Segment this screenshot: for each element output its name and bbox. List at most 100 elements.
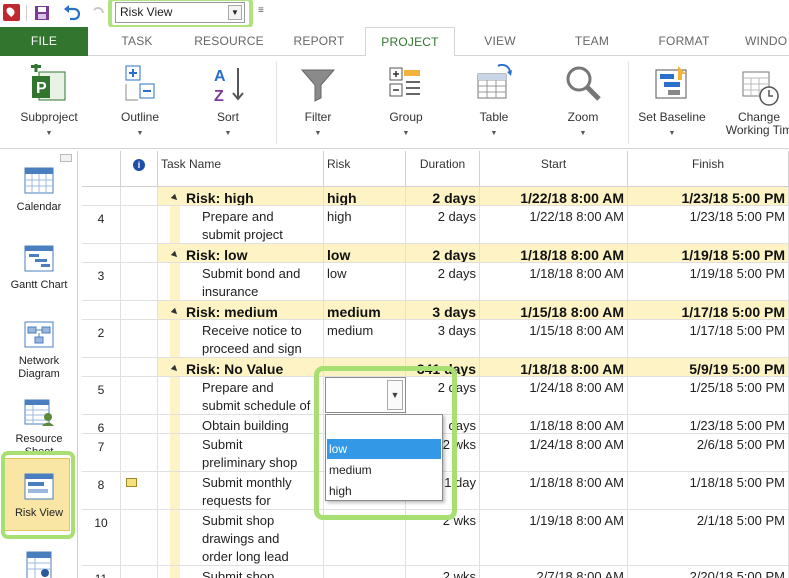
finish-cell[interactable]: 1/18/18 5:00 PM [628, 472, 789, 510]
row-indicator-cell[interactable] [121, 472, 158, 510]
duration-cell[interactable]: 3 days [406, 320, 480, 358]
risk-cell[interactable]: low [324, 263, 406, 301]
row-id-cell[interactable]: 7 [82, 434, 121, 472]
view-gantt-chart[interactable]: Gantt Chart [4, 243, 74, 292]
task-name-cell[interactable]: Submit bond and insurance [158, 263, 324, 301]
row-indicator-cell[interactable] [121, 566, 158, 578]
filter-button[interactable]: Filter ▼ [290, 60, 346, 146]
view-bar-scroll-up[interactable] [60, 154, 72, 162]
task-name-cell[interactable]: Risk: No Value [158, 358, 324, 377]
row-id-cell[interactable] [82, 301, 121, 320]
finish-cell[interactable]: 5/9/19 5:00 PM [628, 358, 789, 377]
change-working-time-button[interactable]: Change Working Tim [724, 64, 789, 150]
group-button[interactable]: Group ▼ [378, 60, 434, 146]
start-cell[interactable]: 1/24/18 8:00 AM [480, 434, 628, 472]
header-start[interactable]: Start [480, 151, 628, 187]
outline-button[interactable]: Outline ▼ [110, 60, 170, 146]
tab-task[interactable]: TASK [104, 27, 170, 56]
collapse-triangle-icon[interactable] [170, 307, 180, 317]
row-id-cell[interactable]: 6 [82, 415, 121, 434]
task-name-cell[interactable]: Submit monthly requests for [158, 472, 324, 510]
row-indicator-cell[interactable] [121, 301, 158, 320]
view-network-diagram[interactable]: Network Diagram [4, 319, 74, 381]
header-finish[interactable]: Finish [628, 151, 789, 187]
duration-cell[interactable]: 2 days [406, 187, 480, 206]
tab-file[interactable]: FILE [0, 27, 88, 56]
task-name-cell[interactable]: Risk: low [158, 244, 324, 263]
risk-cell[interactable]: low [324, 244, 406, 263]
risk-cell[interactable]: medium [324, 320, 406, 358]
task-name-cell[interactable]: Risk: high [158, 187, 324, 206]
row-indicator-cell[interactable] [121, 510, 158, 566]
start-cell[interactable]: 1/18/18 8:00 AM [480, 472, 628, 510]
table-row[interactable]: 2 Receive notice to proceed and sign medium… [82, 320, 789, 358]
task-name-cell[interactable]: Submit shop [158, 566, 324, 578]
table-row[interactable]: 11 Submit shop 2 wks2/7/18 8:00 AM2/20/18 … [82, 566, 789, 578]
set-baseline-button[interactable]: Set Baseline ▼ [636, 60, 708, 146]
row-indicator-cell[interactable] [121, 358, 158, 377]
tab-window[interactable]: WINDO [745, 27, 789, 56]
row-indicator-cell[interactable] [121, 320, 158, 358]
duration-cell[interactable]: 3 days [406, 301, 480, 320]
row-id-cell[interactable]: 8 [82, 472, 121, 510]
row-indicator-cell[interactable] [121, 244, 158, 263]
table-button[interactable]: Table ▼ [466, 60, 522, 146]
view-resource-sheet[interactable]: Resource Sheet [4, 397, 74, 452]
table-row[interactable]: 3 Submit bond and insurance low 2 days 1/18/1… [82, 263, 789, 301]
finish-cell[interactable]: 2/20/18 5:00 PM [628, 566, 789, 578]
finish-cell[interactable]: 2/6/18 5:00 PM [628, 434, 789, 472]
row-indicator-cell[interactable] [121, 434, 158, 472]
task-name-cell[interactable]: Obtain building [158, 415, 324, 434]
table-row[interactable]: 4 Prepare and submit project high 2 days 1/22… [82, 206, 789, 244]
finish-cell[interactable]: 1/19/18 5:00 PM [628, 263, 789, 301]
start-cell[interactable]: 1/18/18 8:00 AM [480, 244, 628, 263]
row-indicator-cell[interactable] [121, 206, 158, 244]
row-id-cell[interactable]: 5 [82, 377, 121, 415]
row-indicator-cell[interactable] [121, 187, 158, 206]
finish-cell[interactable]: 1/23/18 5:00 PM [628, 206, 789, 244]
header-duration[interactable]: Duration [406, 151, 480, 187]
start-cell[interactable]: 2/7/18 8:00 AM [480, 566, 628, 578]
task-name-cell[interactable]: Receive notice to proceed and sign [158, 320, 324, 358]
header-id[interactable] [82, 151, 121, 187]
redo-icon[interactable] [88, 3, 108, 23]
task-name-cell[interactable]: Submit shop drawings and order long lead [158, 510, 324, 566]
row-id-cell[interactable]: 11 [82, 566, 121, 578]
group-row[interactable]: Risk: medium medium 3 days 1/15/18 8:00 AM 1… [82, 301, 789, 320]
duration-cell[interactable]: 2 days [406, 263, 480, 301]
row-indicator-cell[interactable] [121, 377, 158, 415]
duration-cell[interactable]: 2 days [406, 206, 480, 244]
row-id-cell[interactable]: 4 [82, 206, 121, 244]
tab-format[interactable]: FORMAT [650, 27, 718, 56]
finish-cell[interactable]: 1/23/18 5:00 PM [628, 415, 789, 434]
tab-team[interactable]: TEAM [562, 27, 622, 56]
row-indicator-cell[interactable] [121, 415, 158, 434]
row-id-cell[interactable] [82, 244, 121, 263]
duration-cell[interactable]: 2 wks [406, 566, 480, 578]
start-cell[interactable]: 1/18/18 8:00 AM [480, 263, 628, 301]
note-icon[interactable] [126, 478, 137, 487]
finish-cell[interactable]: 1/25/18 5:00 PM [628, 377, 789, 415]
task-name-cell[interactable]: Risk: medium [158, 301, 324, 320]
finish-cell[interactable]: 2/1/18 5:00 PM [628, 510, 789, 566]
row-id-cell[interactable] [82, 187, 121, 206]
save-icon[interactable] [32, 3, 52, 23]
undo-icon[interactable] [62, 3, 82, 23]
tab-report[interactable]: REPORT [285, 27, 353, 56]
task-name-cell[interactable]: Submit preliminary shop [158, 434, 324, 472]
tab-view[interactable]: VIEW [470, 27, 530, 56]
project-app-icon[interactable] [3, 4, 20, 21]
view-team-planner[interactable] [4, 549, 74, 578]
header-indicators[interactable]: i [121, 151, 158, 187]
group-row[interactable]: Risk: high high 2 days 1/22/18 8:00 AM 1/23/… [82, 187, 789, 206]
risk-cell[interactable]: high [324, 187, 406, 206]
start-cell[interactable]: 1/19/18 8:00 AM [480, 510, 628, 566]
tab-project[interactable]: PROJECT [365, 27, 455, 57]
task-name-cell[interactable]: Prepare and submit project [158, 206, 324, 244]
row-id-cell[interactable]: 3 [82, 263, 121, 301]
row-id-cell[interactable]: 10 [82, 510, 121, 566]
start-cell[interactable]: 1/15/18 8:00 AM [480, 301, 628, 320]
sort-button[interactable]: AZ Sort ▼ [200, 60, 256, 146]
duration-cell[interactable]: 2 days [406, 244, 480, 263]
collapse-triangle-icon[interactable] [170, 364, 180, 374]
